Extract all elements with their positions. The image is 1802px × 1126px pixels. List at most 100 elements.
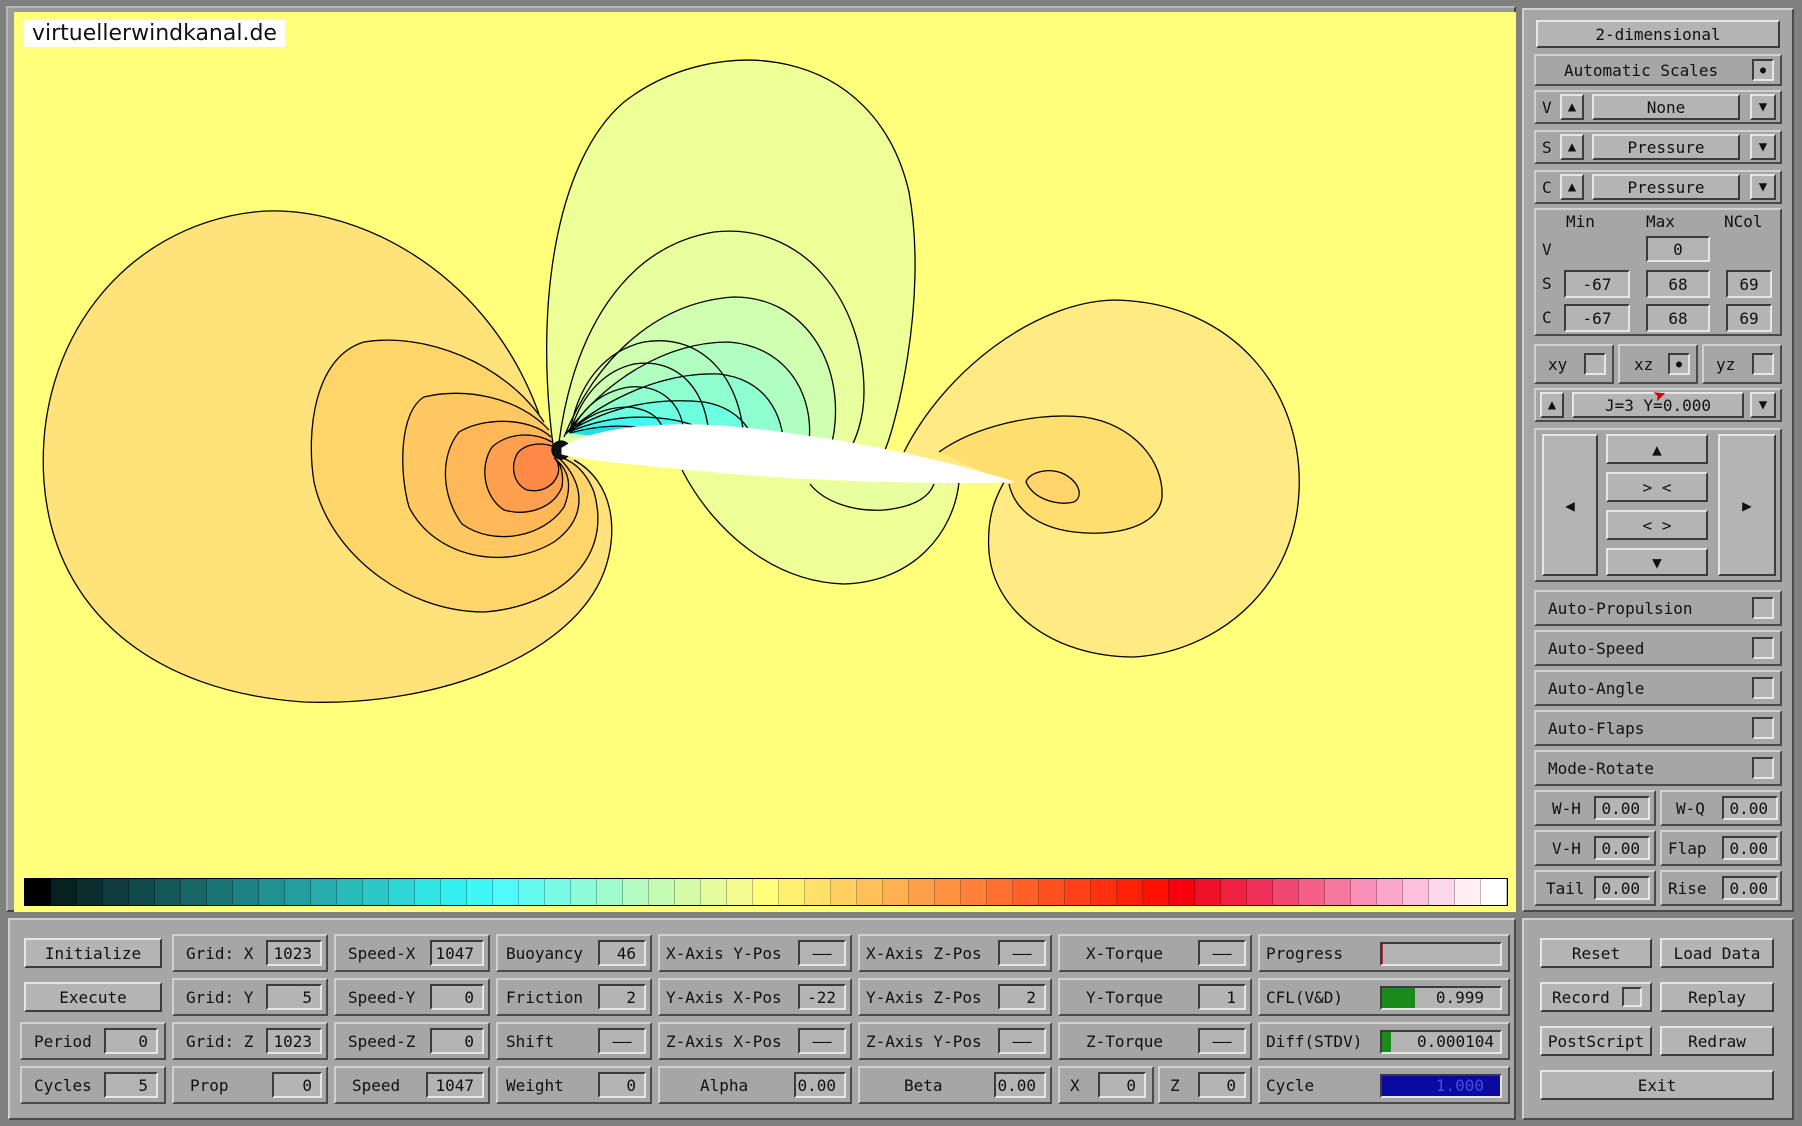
speed-y-field[interactable]: 0	[430, 984, 484, 1010]
weight-field[interactable]: 0	[598, 1072, 646, 1098]
dimension-button[interactable]: 2-dimensional	[1536, 20, 1780, 48]
plane-xz-label: xz	[1634, 354, 1654, 374]
vector-prefix: V	[1542, 97, 1552, 117]
plane-xy-label: xy	[1548, 354, 1568, 374]
grid-x-field[interactable]: 1023	[266, 940, 322, 966]
scalar-next-arrow-icon[interactable]: ▼	[1750, 134, 1776, 160]
auto-angle-label: Auto-Angle	[1548, 678, 1645, 698]
v-max-field[interactable]: 0	[1646, 236, 1710, 262]
slice-next-arrow-icon[interactable]: ▼	[1750, 392, 1776, 418]
speed-x-field[interactable]: 1047	[430, 940, 484, 966]
alpha-field[interactable]: 0.00	[794, 1072, 846, 1098]
mode-rotate-checkbox[interactable]	[1752, 757, 1774, 779]
auto-propulsion-label: Auto-Propulsion	[1548, 598, 1693, 618]
slice-prev-arrow-icon[interactable]: ▲	[1540, 392, 1564, 418]
exit-button[interactable]: Exit	[1540, 1070, 1774, 1100]
auto-angle-checkbox[interactable]	[1752, 677, 1774, 699]
auto-propulsion-checkbox[interactable]	[1752, 597, 1774, 619]
color-scale-swatch	[857, 879, 883, 905]
record-button[interactable]: Record	[1540, 982, 1652, 1012]
param-flap-field[interactable]: 0.00	[1722, 836, 1778, 860]
redraw-button[interactable]: Redraw	[1660, 1026, 1774, 1056]
contour-prev-arrow-icon[interactable]: ▲	[1560, 174, 1584, 200]
x-axis-y-pos-field[interactable]: ——	[798, 940, 846, 966]
postscript-button[interactable]: PostScript	[1540, 1026, 1652, 1056]
speed-field[interactable]: 1047	[426, 1072, 484, 1098]
plane-xy-radio[interactable]	[1584, 353, 1606, 375]
vector-selector[interactable]: None	[1592, 94, 1740, 120]
cycle-value: 1.000	[1435, 1076, 1484, 1095]
c-min-field[interactable]: -67	[1564, 304, 1630, 332]
friction-field[interactable]: 2	[598, 984, 646, 1010]
pan-up-button[interactable]: ▲	[1606, 434, 1708, 464]
reset-button[interactable]: Reset	[1540, 938, 1652, 968]
grid-z-field[interactable]: 1023	[266, 1028, 322, 1054]
s-min-field[interactable]: -67	[1564, 270, 1630, 298]
plane-yz-radio[interactable]	[1752, 353, 1774, 375]
auto-flaps-label: Auto-Flaps	[1548, 718, 1645, 738]
buoyancy-field[interactable]: 46	[598, 940, 646, 966]
param-wq-field[interactable]: 0.00	[1722, 796, 1778, 820]
alpha-label: Alpha	[700, 1075, 749, 1095]
scalar-prev-arrow-icon[interactable]: ▲	[1560, 134, 1584, 160]
auto-flaps-checkbox[interactable]	[1752, 717, 1774, 739]
pressure-plot-canvas[interactable]: virtuellerwindkanal.de	[14, 12, 1516, 912]
auto-speed-checkbox[interactable]	[1752, 637, 1774, 659]
param-vh-label: V-H	[1552, 838, 1581, 858]
z-label: Z	[1170, 1075, 1180, 1095]
replay-button[interactable]: Replay	[1660, 982, 1774, 1012]
shift-field[interactable]: ——	[598, 1028, 646, 1054]
initialize-button[interactable]: Initialize	[24, 938, 162, 968]
y-torque-field[interactable]: 1	[1198, 984, 1246, 1010]
speed-z-field[interactable]: 0	[430, 1028, 484, 1054]
auto-scales-checkbox[interactable]: ●	[1752, 59, 1774, 81]
param-wh-field[interactable]: 0.00	[1594, 796, 1650, 820]
s-max-field[interactable]: 68	[1646, 270, 1710, 298]
contour-selector[interactable]: Pressure	[1592, 174, 1740, 200]
c-max-field[interactable]: 68	[1646, 304, 1710, 332]
pan-down-button[interactable]: ▼	[1606, 548, 1708, 576]
vector-prev-arrow-icon[interactable]: ▲	[1560, 94, 1584, 120]
friction-label: Friction	[506, 987, 584, 1007]
color-scale-swatch	[441, 879, 467, 905]
pan-left-button[interactable]: ◀	[1542, 434, 1598, 576]
zoom-in-button[interactable]: > <	[1606, 472, 1708, 502]
z-axis-y-pos-label: Z-Axis Y-Pos	[866, 1031, 982, 1051]
mode-rotate-label: Mode-Rotate	[1548, 758, 1654, 778]
progress-label: Progress	[1266, 943, 1344, 963]
load-data-button[interactable]: Load Data	[1660, 938, 1774, 968]
s-ncol-field[interactable]: 69	[1726, 270, 1772, 298]
param-rise-field[interactable]: 0.00	[1722, 876, 1778, 900]
x-field[interactable]: 0	[1098, 1072, 1146, 1098]
period-field[interactable]: 0	[104, 1028, 158, 1054]
y-axis-z-pos-label: Y-Axis Z-Pos	[866, 987, 982, 1007]
watermark: virtuellerwindkanal.de	[24, 20, 285, 47]
pan-right-button[interactable]: ▶	[1718, 434, 1776, 576]
vector-next-arrow-icon[interactable]: ▼	[1750, 94, 1776, 120]
z-axis-x-pos-field[interactable]: ——	[798, 1028, 846, 1054]
record-checkbox[interactable]	[1621, 987, 1642, 1007]
grid-y-field[interactable]: 5	[266, 984, 322, 1010]
plane-xz-radio[interactable]: ●	[1668, 353, 1690, 375]
zoom-out-button[interactable]: < >	[1606, 510, 1708, 540]
z-torque-field[interactable]: ——	[1198, 1028, 1246, 1054]
scalar-selector[interactable]: Pressure	[1592, 134, 1740, 160]
param-rise-label: Rise	[1668, 878, 1707, 898]
execute-button[interactable]: Execute	[24, 982, 162, 1012]
param-wq-label: W-Q	[1676, 798, 1705, 818]
beta-field[interactable]: 0.00	[994, 1072, 1046, 1098]
color-scale-swatch	[1455, 879, 1481, 905]
param-vh-field[interactable]: 0.00	[1594, 836, 1650, 860]
param-tail-field[interactable]: 0.00	[1594, 876, 1650, 900]
x-torque-field[interactable]: ——	[1198, 940, 1246, 966]
x-axis-z-pos-field[interactable]: ——	[998, 940, 1046, 966]
diff-bar: 0.000104	[1380, 1030, 1502, 1054]
contour-next-arrow-icon[interactable]: ▼	[1750, 174, 1776, 200]
cycles-field[interactable]: 5	[104, 1072, 158, 1098]
y-axis-x-pos-field[interactable]: -22	[798, 984, 846, 1010]
prop-field[interactable]: 0	[272, 1072, 322, 1098]
z-field[interactable]: 0	[1198, 1072, 1246, 1098]
y-axis-z-pos-field[interactable]: 2	[998, 984, 1046, 1010]
c-ncol-field[interactable]: 69	[1726, 304, 1772, 332]
z-axis-y-pos-field[interactable]: ——	[998, 1028, 1046, 1054]
